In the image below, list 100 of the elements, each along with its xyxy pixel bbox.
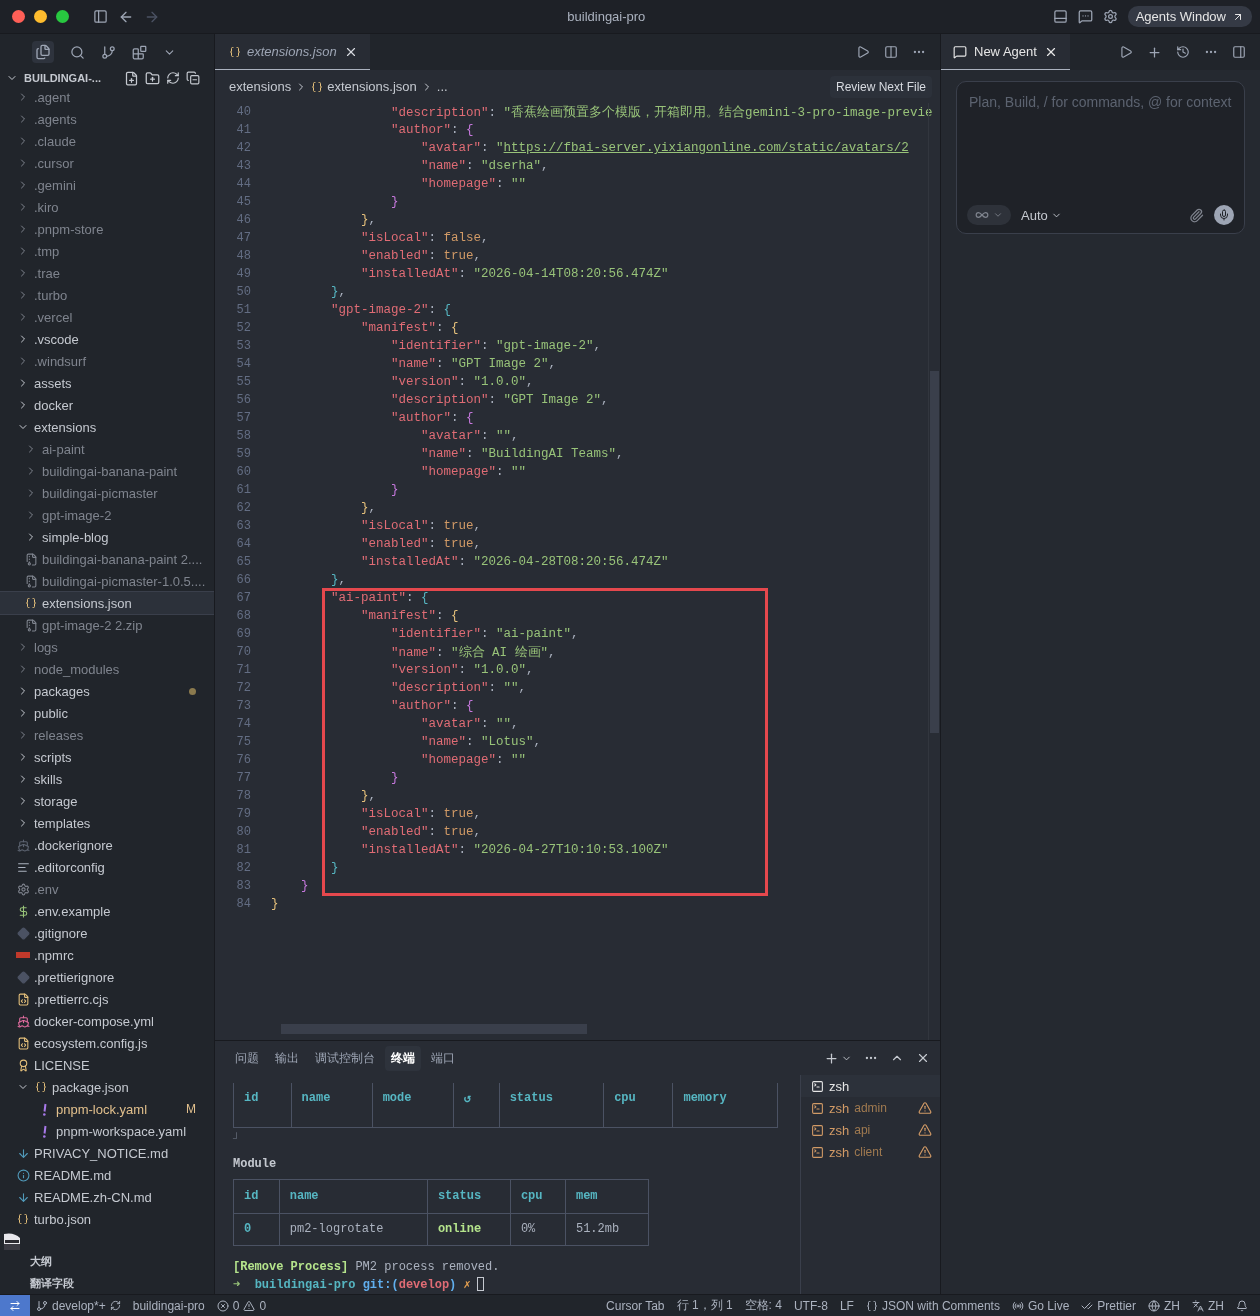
status-item[interactable]: ZH <box>1186 1298 1230 1313</box>
folder-item[interactable]: .gemini <box>0 174 214 196</box>
status-item[interactable]: LF <box>833 1298 860 1313</box>
folder-item[interactable]: gpt-image-2 <box>0 504 214 526</box>
file-item[interactable]: .dockerignore <box>0 834 214 856</box>
run-icon[interactable] <box>856 45 870 59</box>
folder-item[interactable]: extensions <box>0 416 214 438</box>
file-item[interactable]: .env.example <box>0 900 214 922</box>
microphone-button[interactable] <box>1214 205 1234 225</box>
attach-icon[interactable] <box>1189 207 1204 223</box>
status-item[interactable]: UTF-8 <box>787 1298 834 1313</box>
file-item[interactable]: LICENSE <box>0 1054 214 1076</box>
agents-window-button[interactable]: Agents Window <box>1127 6 1252 27</box>
zoom-window-button[interactable] <box>56 10 69 23</box>
folder-item[interactable]: buildingai-picmaster <box>0 482 214 504</box>
folder-item[interactable]: .trae <box>0 262 214 284</box>
add-icon[interactable] <box>1147 44 1162 60</box>
folder-item[interactable]: node_modules <box>0 658 214 680</box>
file-item[interactable]: extensions.json <box>0 592 214 614</box>
status-item[interactable]: 行 1，列 1 <box>670 1297 739 1314</box>
status-item[interactable]: 空格: 4 <box>738 1297 788 1314</box>
status-item[interactable]: Cursor Tab <box>600 1298 671 1313</box>
file-item[interactable]: pnpm-lock.yaml M <box>0 1098 214 1120</box>
file-item[interactable]: buildingai-picmaster-1.0.5.... <box>0 570 214 592</box>
scrollbar-thumb[interactable] <box>930 371 939 733</box>
model-picker[interactable] <box>967 205 1011 225</box>
source-control-icon[interactable] <box>101 44 116 60</box>
refresh-icon[interactable] <box>166 71 180 85</box>
terminal-item[interactable]: zsh client <box>801 1141 940 1163</box>
close-window-button[interactable] <box>12 10 25 23</box>
file-item[interactable]: docker-compose.yml <box>0 1010 214 1032</box>
project-status[interactable]: buildingai-pro <box>126 1298 211 1313</box>
folder-item[interactable]: .pnpm-store <box>0 218 214 240</box>
minimize-window-button[interactable] <box>34 10 47 23</box>
mode-dropdown[interactable]: Auto <box>1021 207 1062 223</box>
file-item[interactable]: .editorconfig <box>0 856 214 878</box>
problems-status[interactable]: 0 0 <box>210 1298 273 1313</box>
folder-item[interactable]: .turbo <box>0 284 214 306</box>
file-item[interactable]: ecosystem.config.js <box>0 1032 214 1054</box>
folder-item[interactable]: scripts <box>0 746 214 768</box>
section-header[interactable]: 大纲 <box>0 1250 214 1272</box>
panel-toggle-icon[interactable] <box>1232 45 1246 59</box>
folder-item[interactable]: storage <box>0 790 214 812</box>
terminal-item[interactable]: zsh admin <box>801 1097 940 1119</box>
folder-item[interactable]: .kiro <box>0 196 214 218</box>
panel-tab[interactable]: 输出 <box>269 1045 305 1071</box>
file-item[interactable]: PRIVACY_NOTICE.md <box>0 1142 214 1164</box>
file-item[interactable]: pnpm-workspace.yaml <box>0 1120 214 1142</box>
remote-button[interactable] <box>0 1294 30 1316</box>
file-item[interactable]: .npmrc <box>0 944 214 966</box>
breadcrumb-item[interactable]: extensions.json <box>327 79 417 94</box>
file-item[interactable]: README.zh-CN.md <box>0 1186 214 1208</box>
folder-item[interactable]: packages <box>0 680 214 702</box>
folder-item[interactable]: .agent <box>0 86 214 108</box>
new-folder-icon[interactable] <box>145 70 160 86</box>
section-header[interactable]: 翻译字段 <box>0 1272 214 1294</box>
file-item[interactable]: buildingai-banana-paint 2.... <box>0 548 214 570</box>
folder-item[interactable]: public <box>0 702 214 724</box>
file-item[interactable]: .prettierignore <box>0 966 214 988</box>
status-item[interactable]: JSON with Comments <box>859 1298 1006 1313</box>
folder-item[interactable]: docker <box>0 394 214 416</box>
close-icon[interactable] <box>916 1051 930 1065</box>
file-item[interactable]: package.json <box>0 1076 214 1098</box>
status-item[interactable]: Prettier <box>1075 1298 1142 1313</box>
folder-item[interactable]: templates <box>0 812 214 834</box>
file-item[interactable]: .prettierrc.cjs <box>0 988 214 1010</box>
folder-item[interactable]: .vscode <box>0 328 214 350</box>
breadcrumb-item[interactable]: ... <box>436 79 448 94</box>
run-icon[interactable] <box>1119 45 1133 59</box>
folder-item[interactable]: releases <box>0 724 214 746</box>
split-editor-icon[interactable] <box>884 45 898 59</box>
settings-icon[interactable] <box>1102 9 1118 24</box>
file-item[interactable]: turbo.json <box>0 1208 214 1230</box>
folder-item[interactable]: ai-paint <box>0 438 214 460</box>
panel-tab[interactable]: 端口 <box>425 1045 461 1071</box>
explorer-tab[interactable] <box>32 41 54 63</box>
panel-toggle-icon[interactable] <box>1052 9 1068 24</box>
sidebar-toggle-icon[interactable] <box>93 9 108 24</box>
folder-item[interactable]: .windsurf <box>0 350 214 372</box>
panel-tab[interactable]: 终端 <box>385 1045 421 1071</box>
folder-item[interactable]: .vercel <box>0 306 214 328</box>
panel-tab[interactable]: 问题 <box>229 1045 265 1071</box>
collapse-all-icon[interactable] <box>186 71 200 85</box>
history-icon[interactable] <box>1176 45 1190 59</box>
panel-tab[interactable]: 调试控制台 <box>309 1045 381 1071</box>
status-item[interactable]: ZH <box>1142 1298 1186 1313</box>
chat-icon[interactable] <box>1077 9 1093 24</box>
breadcrumb-item[interactable]: extensions <box>229 79 292 94</box>
message-field[interactable]: Plan, Build, / for commands, @ for context Auto <box>956 81 1245 234</box>
review-next-file-button[interactable]: Review Next File <box>829 75 932 98</box>
folder-item[interactable]: .tmp <box>0 240 214 262</box>
terminal-item[interactable]: zsh api <box>801 1119 940 1141</box>
add-icon[interactable] <box>824 1050 839 1066</box>
folder-item[interactable]: logs <box>0 636 214 658</box>
folder-item[interactable]: skills <box>0 768 214 790</box>
file-item[interactable]: gpt-image-2 2.zip <box>0 614 214 636</box>
folder-item[interactable]: simple-blog <box>0 526 214 548</box>
file-item[interactable]: .gitignore <box>0 922 214 944</box>
folder-item[interactable]: .claude <box>0 130 214 152</box>
folder-item[interactable]: .cursor <box>0 152 214 174</box>
